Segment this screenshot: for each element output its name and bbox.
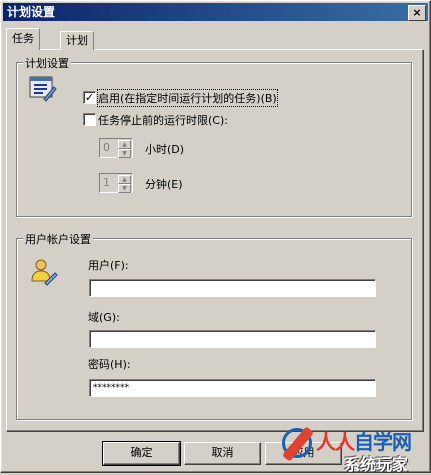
hours-label: 小时(D) xyxy=(145,143,185,156)
tab-schedule-label: 计划 xyxy=(66,34,88,47)
ok-button-label: 确定 xyxy=(130,446,153,459)
tab-panel: 计划设置 ✓ 启用(在指定时间运行计划的任务)(B) 任务停止前的运行时限(C)… xyxy=(6,49,423,431)
tab-task[interactable]: 任务 xyxy=(6,28,40,50)
password-input[interactable]: ******** xyxy=(89,379,376,397)
spin-up-icon[interactable]: ▲ xyxy=(118,175,131,184)
domain-input[interactable] xyxy=(89,330,376,348)
stop-time-checkbox-label[interactable]: 任务停止前的运行时限(C): xyxy=(98,112,228,128)
user-key-icon xyxy=(31,259,58,286)
close-button[interactable]: × xyxy=(408,5,426,21)
password-label: 密码(H): xyxy=(88,358,131,371)
hours-spinner[interactable]: 0 ▲ ▼ xyxy=(99,138,133,158)
hours-value: 0 xyxy=(103,141,110,154)
account-settings-legend: 用户帐户设置 xyxy=(23,231,93,247)
spin-down-icon[interactable]: ▼ xyxy=(118,184,131,193)
spin-down-icon[interactable]: ▼ xyxy=(118,149,131,158)
close-icon: × xyxy=(412,6,422,19)
domain-label: 域(G): xyxy=(88,311,120,324)
cancel-button-label: 取消 xyxy=(211,446,234,459)
enable-checkbox[interactable]: ✓ xyxy=(83,91,96,104)
window-title: 计划设置 xyxy=(7,5,56,19)
watermark-logo: 人人自学网 系统玩家 xyxy=(282,424,431,474)
cancel-button[interactable]: 取消 xyxy=(184,442,261,465)
minutes-label: 分钟(E) xyxy=(145,178,183,191)
schedule-settings-legend: 计划设置 xyxy=(23,55,71,71)
user-label: 用户(F): xyxy=(88,259,129,272)
task-list-icon xyxy=(29,76,57,102)
checkmark-icon: ✓ xyxy=(84,91,95,104)
user-input[interactable] xyxy=(89,279,376,297)
ok-button[interactable]: 确定 xyxy=(102,441,181,466)
tab-schedule[interactable]: 计划 xyxy=(60,31,94,50)
minutes-spinner[interactable]: 1 ▲ ▼ xyxy=(99,173,133,193)
stop-time-checkbox[interactable] xyxy=(83,113,96,126)
minutes-value: 1 xyxy=(103,176,110,189)
site-logo-icon xyxy=(282,428,312,458)
watermark-line2: 系统玩家 xyxy=(344,455,409,474)
spin-up-icon[interactable]: ▲ xyxy=(118,140,131,149)
enable-checkbox-label[interactable]: 启用(在指定时间运行计划的任务)(B) xyxy=(97,89,278,107)
account-settings-group: 用户帐户设置 用户(F): 域(G): 密码(H): ******** xyxy=(16,231,412,420)
schedule-settings-group: 计划设置 ✓ 启用(在指定时间运行计划的任务)(B) 任务停止前的运行时限(C)… xyxy=(16,55,412,217)
tab-task-label: 任务 xyxy=(12,32,34,45)
title-bar[interactable]: 计划设置 × xyxy=(3,3,428,21)
